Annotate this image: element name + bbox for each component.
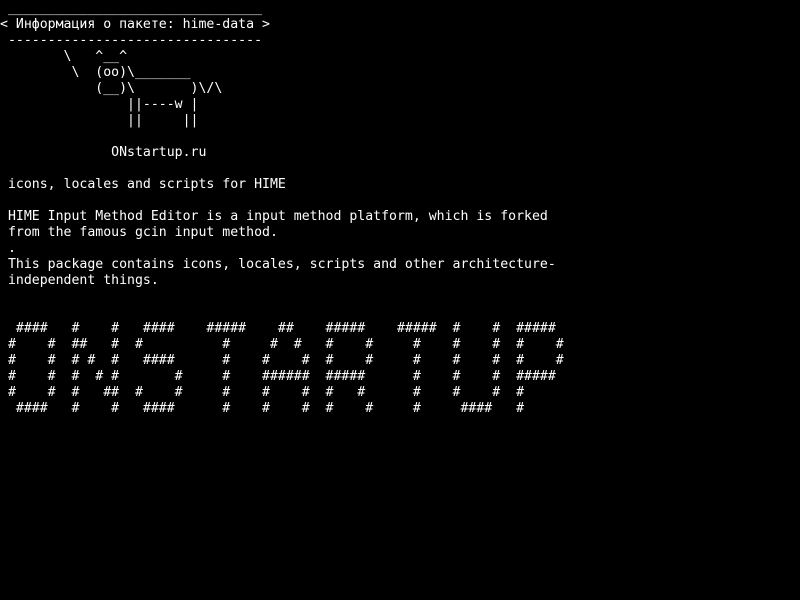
cowsay-art-line: || || xyxy=(0,113,199,128)
package-info-message: < Информация о пакете: hime-data > xyxy=(0,17,270,32)
site-label: ONstartup.ru xyxy=(0,145,207,160)
package-description-line: HIME Input Method Editor is a input meth… xyxy=(0,209,548,224)
package-summary: icons, locales and scripts for HIME xyxy=(0,177,286,192)
package-description-line: This package contains icons, locales, sc… xyxy=(0,257,556,272)
cowsay-art-line: (__)\ )\/\ xyxy=(0,81,223,96)
ascii-banner-line: # # # ## # # # # # # # # # # # xyxy=(0,385,525,400)
cowsay-art-line: ||----w | xyxy=(0,97,199,112)
package-description-line: from the famous gcin input method. xyxy=(0,225,278,240)
speech-bubble-top-border: ________________________________ xyxy=(0,1,263,16)
ascii-banner-line: #### # # #### ##### ## ##### ##### # # #… xyxy=(0,321,556,336)
speech-bubble-bottom-border: -------------------------------- xyxy=(0,33,263,48)
ascii-banner-line: # # # # # #### # # # # # # # # # # xyxy=(0,353,564,368)
package-description-line: . xyxy=(0,241,16,256)
package-description-line: independent things. xyxy=(0,273,159,288)
cowsay-art-line: \ (oo)\_______ xyxy=(0,65,191,80)
cowsay-art-line: \ ^__^ xyxy=(0,49,128,64)
ascii-banner-line: # # # # # # # ###### ##### # # # ##### xyxy=(0,369,556,384)
ascii-banner-line: #### # # #### # # # # # # #### # xyxy=(0,401,525,416)
terminal-screen: ________________________________ < Инфор… xyxy=(0,0,800,600)
ascii-banner-line: # # ## # # # # # # # # # # # # xyxy=(0,337,564,352)
